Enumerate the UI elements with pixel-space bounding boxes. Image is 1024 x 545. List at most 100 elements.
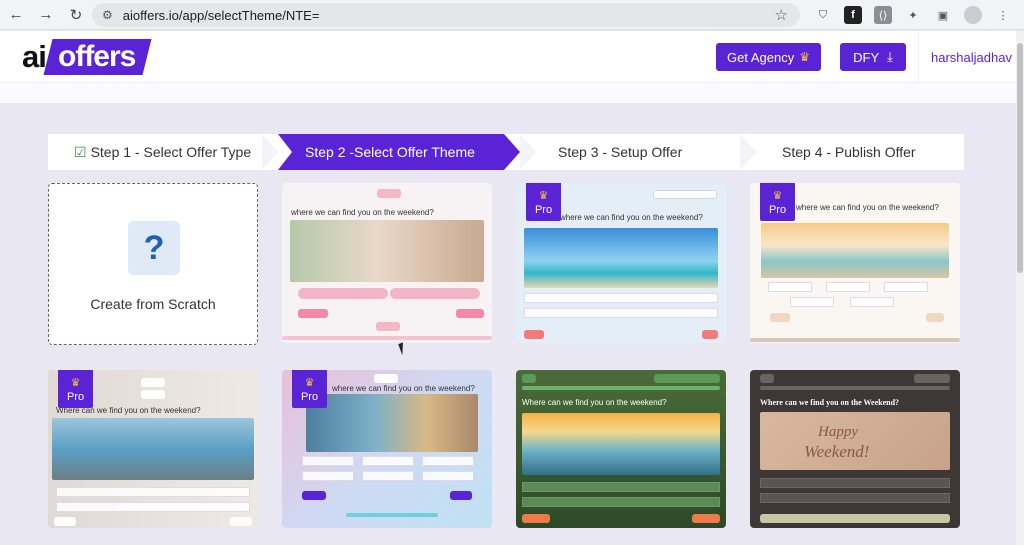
next-button (926, 313, 944, 322)
step-2[interactable]: Step 2 -Select Offer Theme (305, 134, 475, 170)
theme-card-kids[interactable]: where we can find you on the weekend? ♛ P… (282, 370, 492, 528)
user-menu[interactable]: harshaljadhav ▼ (918, 31, 1023, 83)
logo-ai: ai (22, 39, 47, 74)
theme-image-sand: Happy Weekend! (760, 412, 950, 470)
answer-option (302, 471, 354, 481)
answer-option (790, 297, 834, 307)
app-header: ai offers Get Agency ♛ DFY ⤓ harshaljadh… (0, 31, 1024, 83)
answer-option (524, 293, 718, 303)
next-button (450, 491, 472, 500)
reload-icon[interactable]: ↻ (68, 6, 84, 24)
answer-option (768, 282, 812, 292)
theme-image-pier (522, 413, 720, 475)
answer-field (390, 288, 480, 299)
scrollbar-thumb[interactable] (1017, 43, 1023, 273)
extension-f-icon[interactable]: f (844, 6, 862, 24)
progress-bar (522, 386, 720, 390)
progress-chip (141, 378, 165, 387)
extension-code-icon[interactable]: ⟨⟩ (874, 6, 892, 24)
theme-question: where we can find you on the weekend? (796, 203, 939, 212)
forward-icon[interactable]: → (38, 6, 54, 23)
back-button (54, 517, 76, 526)
back-button (522, 514, 550, 523)
theme-card-sunset[interactable]: where we can find you on the weekend? ♛ P… (750, 183, 960, 343)
puzzle-icon[interactable]: ✦ (904, 6, 922, 24)
theme-card-happy-weekend[interactable]: Where can we find you on the Weekend? Ha… (750, 370, 960, 528)
theme-card-pink[interactable]: where we can find you on the weekend? (282, 183, 492, 343)
step-separator (740, 134, 756, 170)
timer-chip (654, 374, 720, 383)
checkbox-checked-icon: ☑ (74, 143, 87, 160)
step-3[interactable]: Step 3 - Setup Offer (558, 134, 682, 170)
answer-option (760, 478, 950, 488)
create-from-scratch-card[interactable]: ? Create from Scratch (48, 183, 258, 345)
crown-icon: ♛ (304, 376, 315, 389)
aioffers-logo[interactable]: ai offers (22, 37, 152, 77)
theme-card-hiker[interactable]: Where can we find you on the weekend? ♛ P… (48, 370, 258, 528)
theme-card-beach[interactable]: where we can find you on the weekend? ♛ P… (516, 183, 726, 343)
bookmark-star-icon[interactable]: ☆ (775, 6, 788, 24)
header-band (0, 83, 1024, 103)
progress-chip (377, 189, 401, 198)
username: harshaljadhav (931, 49, 1012, 65)
step-separator (520, 134, 536, 170)
theme-question: Where can we find you on the Weekend? (760, 398, 900, 407)
answer-option (362, 456, 414, 466)
progress-chip (374, 374, 398, 383)
crown-icon: ♛ (70, 376, 81, 389)
theme-image-sunset-beach (761, 223, 949, 278)
next-button (230, 517, 252, 526)
url-text: aioffers.io/app/selectTheme/NTE= (122, 7, 320, 23)
answer-option (850, 297, 894, 307)
pro-label: Pro (300, 390, 319, 403)
weekend-text: Weekend! (804, 442, 870, 461)
pro-badge: ♛ Pro (526, 183, 561, 221)
theme-image-hiker (52, 418, 254, 480)
next-button (760, 514, 950, 523)
sidebar-icon[interactable]: ▣ (934, 6, 952, 24)
answer-field (298, 288, 388, 299)
answer-option (56, 487, 250, 497)
page-chip (376, 322, 400, 331)
pro-label: Pro (66, 390, 85, 403)
theme-question: where we can find you on the weekend? (332, 384, 475, 393)
theme-question: where we can find you on the weekend? (291, 208, 434, 217)
step-separator (262, 134, 278, 170)
create-from-scratch-label: Create from Scratch (90, 296, 216, 312)
progress-bar (750, 338, 960, 342)
back-icon[interactable]: ← (8, 6, 24, 23)
theme-image-woman-relaxing (290, 220, 484, 282)
address-bar[interactable]: ⚙ aioffers.io/app/selectTheme/NTE= ☆ (92, 3, 800, 27)
profile-avatar[interactable] (964, 6, 982, 24)
answer-option (56, 502, 250, 512)
browser-nav: ← → ↻ (0, 6, 84, 24)
get-agency-button[interactable]: Get Agency ♛ (716, 43, 821, 71)
pro-badge: ♛ Pro (760, 183, 795, 221)
page-scrollbar[interactable] (1016, 31, 1024, 545)
step-4[interactable]: Step 4 - Publish Offer (782, 134, 916, 170)
answer-option (522, 497, 720, 507)
get-agency-label: Get Agency (727, 49, 795, 65)
happy-text: Happy (818, 424, 858, 440)
pro-label: Pro (534, 203, 553, 216)
dfy-button[interactable]: DFY ⤓ (840, 43, 906, 71)
answer-option (760, 493, 950, 503)
back-button (302, 491, 326, 500)
menu-dots-icon[interactable]: ⋮ (994, 6, 1012, 24)
site-settings-icon[interactable]: ⚙ (102, 8, 113, 22)
step-1[interactable]: ☑ Step 1 - Select Offer Type (74, 134, 251, 170)
theme-card-pier[interactable]: Where can we find you on the weekend? (516, 370, 726, 528)
answer-option (422, 456, 474, 466)
shield-icon[interactable]: ⛉ (814, 6, 832, 24)
pro-badge: ♛ Pro (58, 370, 93, 408)
extensions-area: ⛉ f ⟨⟩ ✦ ▣ ⋮ (814, 6, 1012, 24)
answer-option (826, 282, 870, 292)
theme-question: Where can we find you on the weekend? (522, 398, 667, 407)
logo-offers: offers (57, 40, 136, 73)
timer-chip (914, 374, 950, 383)
back-button (524, 330, 544, 339)
download-icon: ⤓ (887, 49, 893, 64)
answer-option (524, 308, 718, 318)
crown-icon: ♛ (772, 189, 783, 202)
dfy-label: DFY (853, 49, 880, 65)
